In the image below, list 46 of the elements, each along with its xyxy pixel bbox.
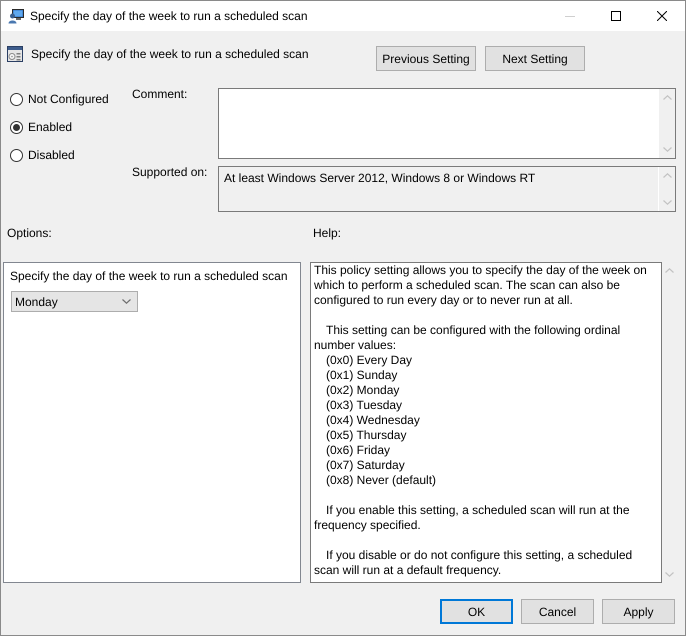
help-list-item: (0x4) Wednesday [325,413,421,428]
options-label: Options: [6,226,52,241]
comment-field[interactable] [218,88,676,159]
supported-on-label: Supported on: [132,165,208,179]
chevron-down-icon [122,299,131,304]
dialog-button[interactable]: OK [440,599,513,624]
help-list-item: (0x0) Every Day [325,353,414,368]
setting-title: Specify the day of the week to run a scheduled scan [31,46,309,60]
help-label: Help: [312,226,342,241]
help-list-item: (0x2) Monday [325,383,400,398]
dialog-button[interactable]: Cancel [521,599,594,624]
radio-button[interactable] [10,120,23,134]
help-list-item: (0x1) Sunday [325,368,398,383]
radio-label[interactable]: Not Configured [28,92,109,106]
setting-nav-button[interactable]: Next Setting [485,46,585,71]
radio-label[interactable]: Disabled [28,148,75,162]
day-dropdown[interactable]: Monday [11,291,138,312]
help-list-item: (0x3) Tuesday [325,398,404,413]
help-paragraph: This setting can be configured with the following ordinal number values: [314,323,622,353]
maximize-icon [611,11,621,21]
window-title: Specify the day of the week to run a scheduled scan [30,9,308,23]
scroll-up-icon[interactable] [662,95,672,100]
scroll-up-icon[interactable] [664,268,674,273]
scroll-up-icon[interactable] [662,173,672,178]
help-list-item: (0x5) Thursday [325,428,408,443]
help-list-item: (0x7) Saturday [325,458,406,473]
dialog-button[interactable]: Apply [602,599,675,624]
help-paragraph: If you enable this setting, a scheduled scan will run at the frequency specified. [314,503,631,533]
help-list-item: (0x8) Never (default) [325,473,438,488]
scroll-down-icon[interactable] [662,200,672,205]
option-description: Specify the day of the week to run a scheduled scan [10,269,288,283]
comment-label: Comment: [132,87,188,101]
radio-button[interactable] [10,92,23,106]
dropdown-value: Monday [15,294,58,308]
radio-button[interactable] [10,148,23,162]
help-paragraph: If you disable or do not configure this setting, a scheduled scan will run at a default frequency. [314,548,634,578]
scroll-down-icon[interactable] [664,572,674,577]
help-paragraph: This policy setting allows you to specify the day of the week on which to perform a scheduled scan. The scan can also be configured to run every day or to never run at all. [314,263,648,308]
document-window-icon [7,46,23,62]
help-list-item: (0x6) Friday [325,443,392,458]
supported-on-text: At least Windows Server 2012, Windows 8 or Windows RT [223,170,536,187]
setting-nav-button[interactable]: Previous Setting [376,46,476,71]
scroll-down-icon[interactable] [662,147,672,152]
close-icon [657,11,667,21]
radio-label[interactable]: Enabled [28,120,72,134]
computer-user-icon [8,8,24,24]
